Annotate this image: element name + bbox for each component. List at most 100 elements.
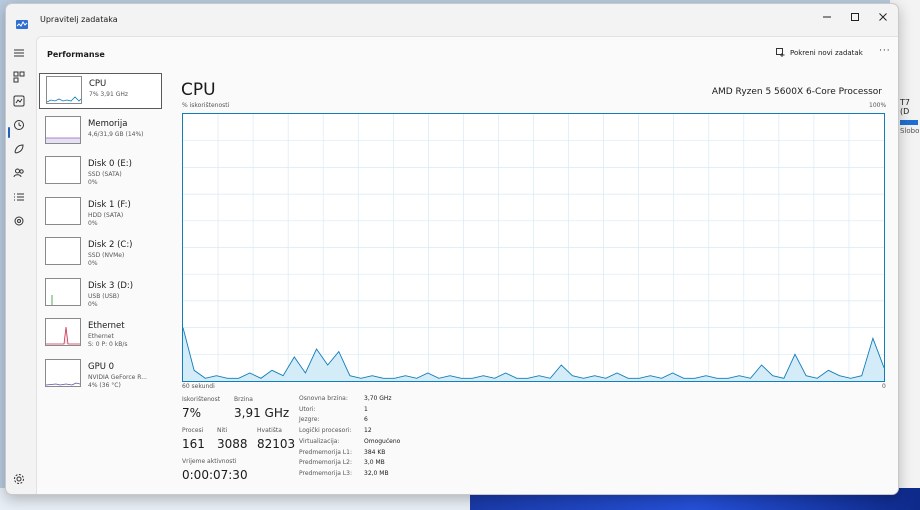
sidebar-item-sub1: Ethernet xyxy=(88,333,114,340)
window-title: Upravitelj zadataka xyxy=(40,15,118,24)
processes-label: Procesi xyxy=(182,427,204,434)
utilization-value: 7% xyxy=(182,406,202,420)
performance-icon[interactable] xyxy=(12,94,26,108)
threads-value: 3088 xyxy=(217,437,248,451)
sidebar-item-sub2: S: 0 P: 0 kB/s xyxy=(88,341,128,348)
chart-x-right-label: 0 xyxy=(882,383,886,390)
maximize-button[interactable] xyxy=(842,8,868,26)
sidebar-item-sub2: 0% xyxy=(88,300,98,308)
spec-key: Osnovna brzina: xyxy=(299,395,348,402)
uptime-value: 0:00:07:30 xyxy=(182,468,248,482)
sidebar-item-sub2: 0% xyxy=(88,219,98,227)
sidebar-item-cpu[interactable]: CPU 7% 3,91 GHz xyxy=(39,73,162,109)
processes-icon[interactable] xyxy=(12,70,26,84)
processes-value: 161 xyxy=(182,437,205,451)
sidebar-item-memorija[interactable]: Memorija 4,6/31,9 GB (14%) xyxy=(39,114,163,150)
sidebar-thumbnail-graph xyxy=(46,76,82,104)
utilization-label: Iskorištenost xyxy=(182,396,221,403)
sidebar-thumbnail-graph xyxy=(45,277,81,306)
sidebar-thumbnail-graph xyxy=(45,318,81,346)
threads-label: Niti xyxy=(217,427,228,434)
spec-key: Utori: xyxy=(299,405,316,413)
cpu-usage-chart xyxy=(182,113,885,382)
navigation-rail xyxy=(6,36,32,494)
details-icon[interactable] xyxy=(12,190,26,204)
sidebar-item-sub1: SSD (SATA) xyxy=(88,171,122,178)
minimize-icon xyxy=(823,16,831,18)
sidebar-item-sub1: 7% 3,91 GHz xyxy=(89,91,129,98)
handles-value: 82103 xyxy=(257,437,296,451)
spec-value: Omogućeno xyxy=(364,437,401,445)
sidebar-thumbnail-graph xyxy=(45,237,81,265)
run-new-task-button[interactable]: Pokreni novi zadatak xyxy=(776,48,863,57)
performance-page: Performanse Pokreni novi zadatak ··· CPU… xyxy=(36,36,898,494)
sidebar-item-sub1: HDD (SATA) xyxy=(88,211,124,219)
spec-value: 384 KB xyxy=(364,448,386,456)
spec-key: Virtualizacija: xyxy=(299,437,340,445)
sidebar-item-name: Disk 2 (C:) xyxy=(88,240,133,250)
spec-key: Predmemorija L2: xyxy=(299,459,352,467)
peek-sub: Slobo xyxy=(900,127,920,135)
chart-y-label: % iskorištenosti xyxy=(182,102,230,109)
sidebar-item-sub1: USB (USB) xyxy=(88,292,120,300)
sidebar-thumbnail-graph xyxy=(45,196,81,225)
sidebar-item-ethernet[interactable]: Ethernet Ethernet S: 0 P: 0 kB/s xyxy=(39,316,163,352)
sidebar-item-name: Disk 3 (D:) xyxy=(88,280,134,291)
sidebar-item-name: Disk 1 (F:) xyxy=(88,199,131,210)
more-options-button[interactable]: ··· xyxy=(879,46,891,56)
sidebar-item-gpu-0[interactable]: GPU 0 NVIDIA GeForce R... 4% (36 °C) xyxy=(39,357,163,393)
hamburger-menu-icon[interactable] xyxy=(12,46,26,60)
sidebar-thumbnail-graph xyxy=(45,156,81,184)
sidebar-item-sub1: SSD (NVMe) xyxy=(88,252,125,259)
processor-name: AMD Ryzen 5 5600X 6-Core Processor xyxy=(711,87,882,97)
spec-value: 3,70 GHz xyxy=(364,395,392,402)
spec-value: 3,0 MB xyxy=(364,459,385,467)
speed-value: 3,91 GHz xyxy=(234,406,290,420)
close-button[interactable] xyxy=(870,8,896,26)
cpu-chart-svg xyxy=(182,114,885,381)
sidebar-item-sub2: 4% (36 °C) xyxy=(88,381,121,389)
app-history-icon[interactable] xyxy=(12,118,26,132)
sidebar-item-sub2: 0% xyxy=(88,260,98,267)
sidebar-item-sub2: 0% xyxy=(88,179,98,186)
startup-apps-icon[interactable] xyxy=(12,142,26,156)
users-icon[interactable] xyxy=(12,166,26,180)
spec-key: Logički procesori: xyxy=(299,427,352,435)
resource-title: CPU xyxy=(181,80,216,100)
handles-label: Hvatišta xyxy=(257,427,282,434)
spec-key: Jezgre: xyxy=(299,416,320,424)
maximize-icon xyxy=(851,13,859,21)
sidebar-item-disk-3-d[interactable]: Disk 3 (D:) USB (USB) 0% xyxy=(39,276,163,312)
close-icon xyxy=(879,13,887,21)
sidebar-item-name: Ethernet xyxy=(88,321,125,331)
title-bar[interactable]: Upravitelj zadataka xyxy=(6,4,898,36)
spec-value: 12 xyxy=(364,427,372,435)
speed-label: Brzina xyxy=(234,396,253,403)
sidebar-item-disk-0-e[interactable]: Disk 0 (E:) SSD (SATA) 0% xyxy=(39,154,163,190)
settings-gear-icon[interactable] xyxy=(12,472,26,486)
sidebar-item-disk-2-c[interactable]: Disk 2 (C:) SSD (NVMe) 0% xyxy=(39,235,163,271)
sidebar-item-disk-1-f[interactable]: Disk 1 (F:) HDD (SATA) 0% xyxy=(39,195,163,231)
run-task-icon xyxy=(776,48,785,57)
spec-value: 1 xyxy=(364,405,368,413)
page-title: Performanse xyxy=(47,50,105,59)
sidebar-item-sub1: 4,6/31,9 GB (14%) xyxy=(88,130,144,138)
sidebar-item-name: GPU 0 xyxy=(88,361,115,372)
sidebar-item-sub1: NVIDIA GeForce R... xyxy=(88,373,147,381)
sidebar-item-name: Memorija xyxy=(88,118,128,129)
sidebar-thumbnail-graph xyxy=(45,115,81,144)
sidebar-item-name: Disk 0 (E:) xyxy=(88,159,132,169)
services-icon[interactable] xyxy=(12,214,26,228)
run-new-task-label: Pokreni novi zadatak xyxy=(790,48,863,57)
task-manager-window: Upravitelj zadataka Performanse Pokreni … xyxy=(5,3,899,495)
spec-key: Predmemorija L1: xyxy=(299,448,352,456)
spec-value: 6 xyxy=(364,416,368,424)
minimize-button[interactable] xyxy=(814,8,840,26)
sidebar-item-name: CPU xyxy=(89,79,107,89)
chart-x-left-label: 60 sekundi xyxy=(182,383,215,390)
selected-nav-indicator xyxy=(8,127,10,138)
task-manager-app-icon xyxy=(16,14,28,29)
peek-usage-bar xyxy=(900,120,918,125)
sidebar-thumbnail-graph xyxy=(45,358,81,387)
uptime-label: Vrijeme aktivnosti xyxy=(182,458,237,465)
